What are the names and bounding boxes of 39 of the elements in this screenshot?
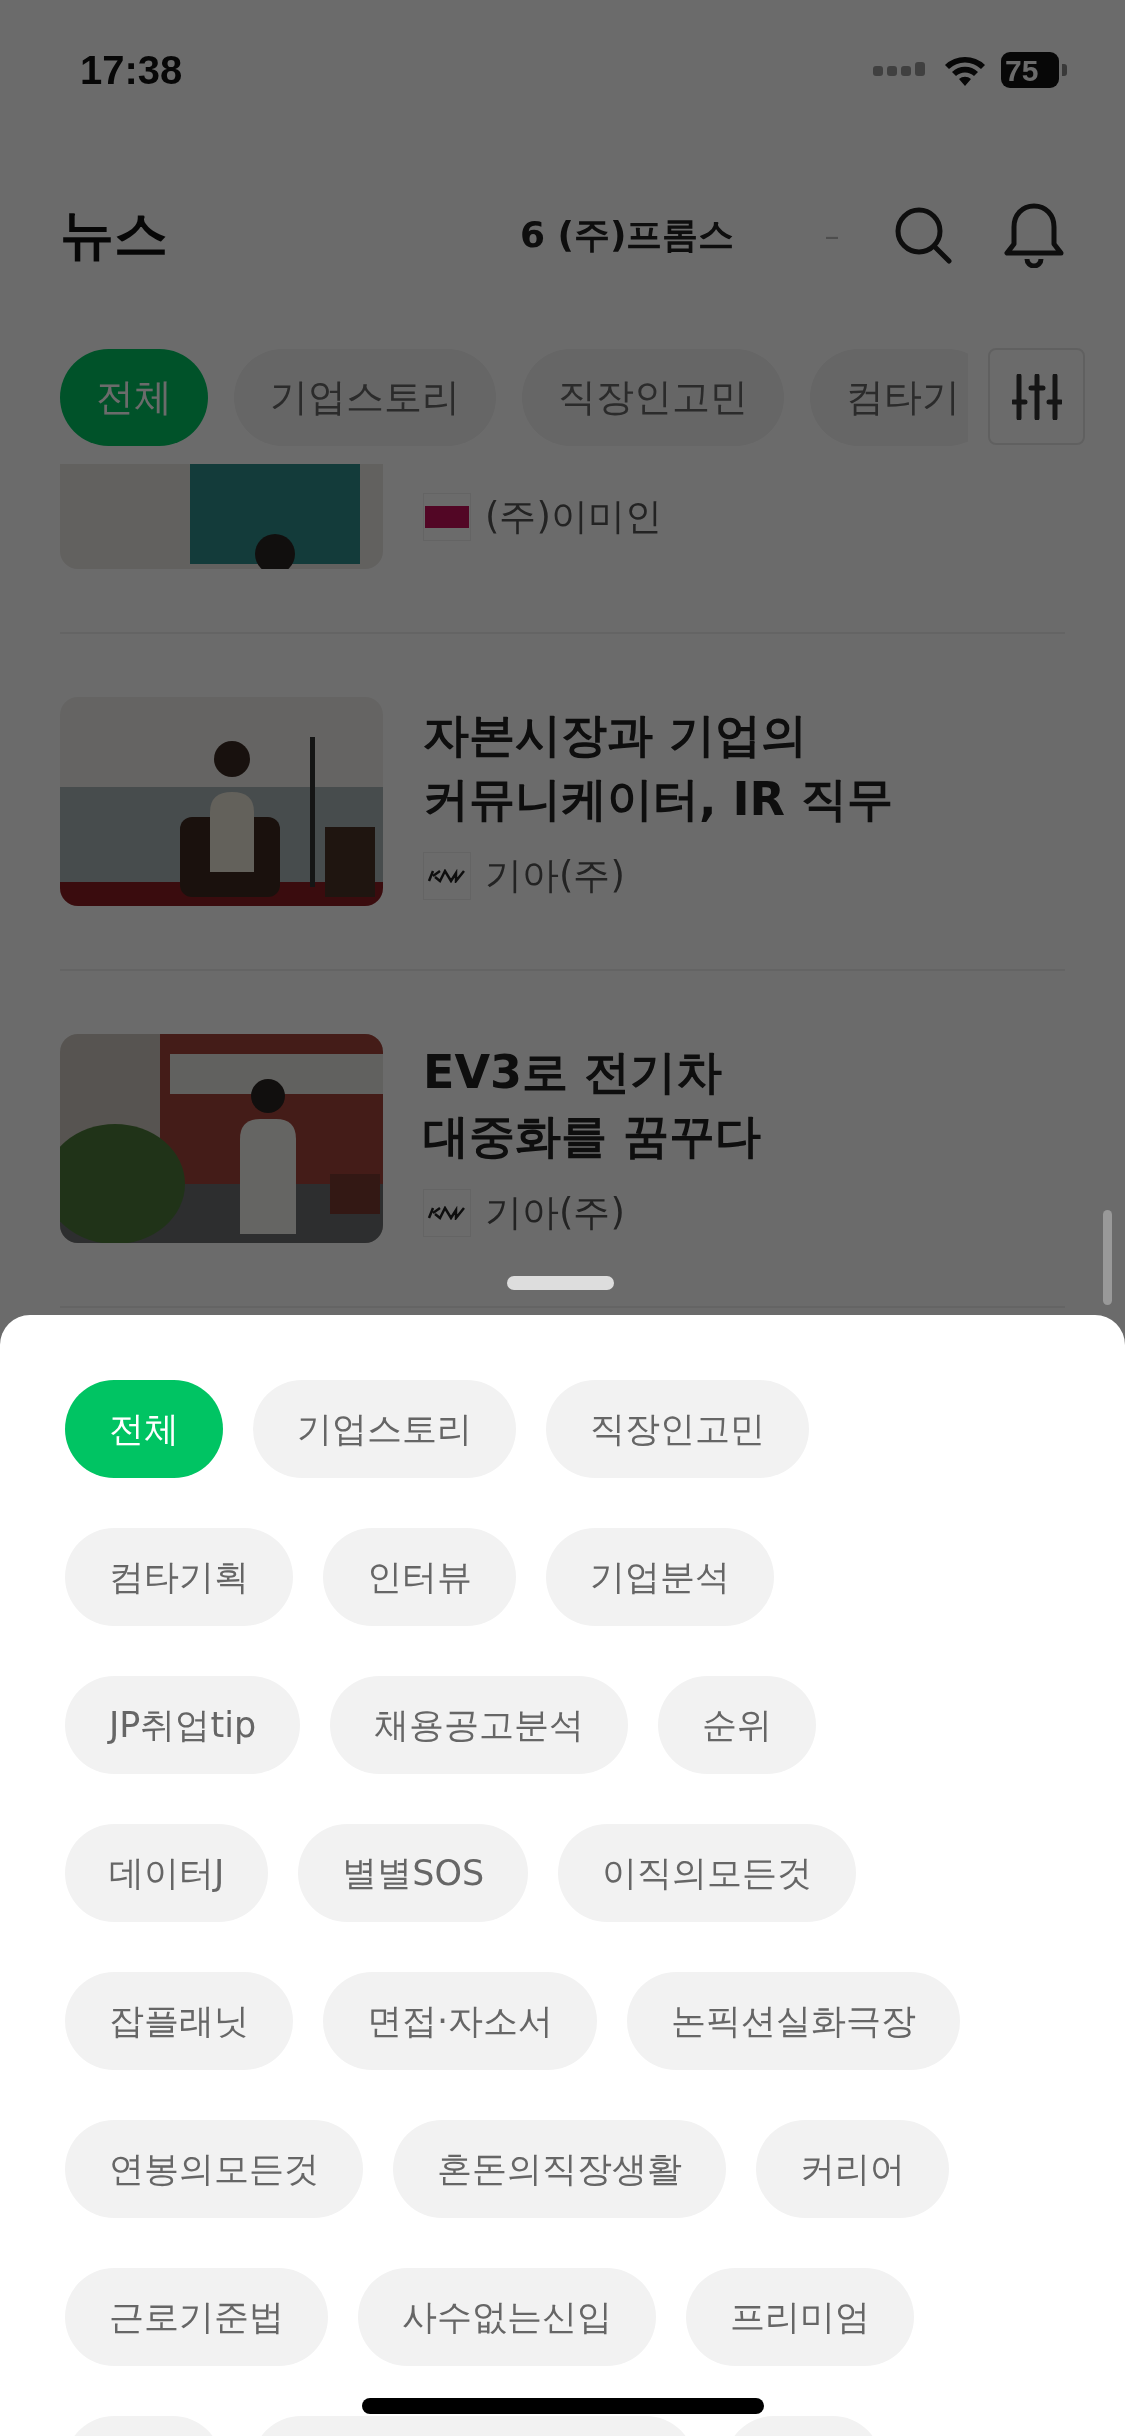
company-logo-icon — [427, 868, 467, 883]
category-chip[interactable]: 채용공고분석 — [330, 1676, 629, 1774]
sheet-handle[interactable] — [507, 1276, 614, 1290]
category-chip[interactable]: 면접·자소서 — [323, 1972, 598, 2070]
page-title: 뉴스 — [60, 201, 169, 268]
company-name: 기아(주) — [485, 852, 625, 899]
status-time: 17:38 — [80, 47, 183, 93]
category-chip[interactable]: 사수없는신입 — [358, 2268, 656, 2366]
company-name: (주)이미인 — [485, 493, 662, 540]
category-chip[interactable]: 근로기준법 — [65, 2268, 328, 2366]
company-name: 기아(주) — [485, 1189, 625, 1236]
notification-bell-icon[interactable] — [1003, 202, 1065, 268]
search-icon[interactable] — [893, 205, 953, 265]
category-chip[interactable]: 별별SOS — [298, 1824, 529, 1922]
category-chip[interactable]: 논픽션실화극장 — [627, 1972, 961, 2070]
sliders-icon — [1011, 373, 1062, 420]
category-chip[interactable]: 혼돈의직장생활 — [393, 2120, 726, 2218]
company-logo-icon — [425, 505, 469, 528]
ticker-dash: – — [824, 217, 840, 253]
category-chip[interactable]: 직장인고민 — [546, 1380, 809, 1478]
category-chip[interactable]: 이직의모든것 — [558, 1824, 857, 1922]
category-chip[interactable]: 기업스토리 — [253, 1380, 516, 1478]
category-chip[interactable]: 커리어 — [756, 2120, 949, 2218]
category-chip[interactable]: 기업분석 — [546, 1528, 774, 1626]
category-chip[interactable]: 연봉의모든것 — [65, 2120, 363, 2218]
filter-button[interactable] — [988, 348, 1085, 445]
category-chip[interactable]: 프리미엄 — [686, 2268, 914, 2366]
category-chip[interactable]: 데이터J — [65, 1824, 269, 1922]
battery-tip-icon — [1062, 64, 1067, 76]
category-chip[interactable]: 인터뷰 — [323, 1528, 516, 1626]
battery-level: 75 — [1001, 52, 1059, 88]
company-logo-icon — [427, 1205, 467, 1220]
article-title[interactable]: 자본시장과 기업의 커뮤니케이터, IR 직무 — [423, 702, 894, 831]
category-chip[interactable]: JP취업tip — [65, 1676, 301, 1774]
category-chip[interactable]: 컴타기획 — [65, 1528, 293, 1626]
article-title[interactable]: EV3로 전기차 대중화를 꿈꾸다 — [423, 1039, 761, 1168]
category-chip[interactable]: 잡플래닛 — [65, 1972, 293, 2070]
category-chip[interactable]: 순위 — [658, 1676, 817, 1774]
ranking-ticker[interactable]: 6 (주)프롬스 — [520, 210, 735, 260]
